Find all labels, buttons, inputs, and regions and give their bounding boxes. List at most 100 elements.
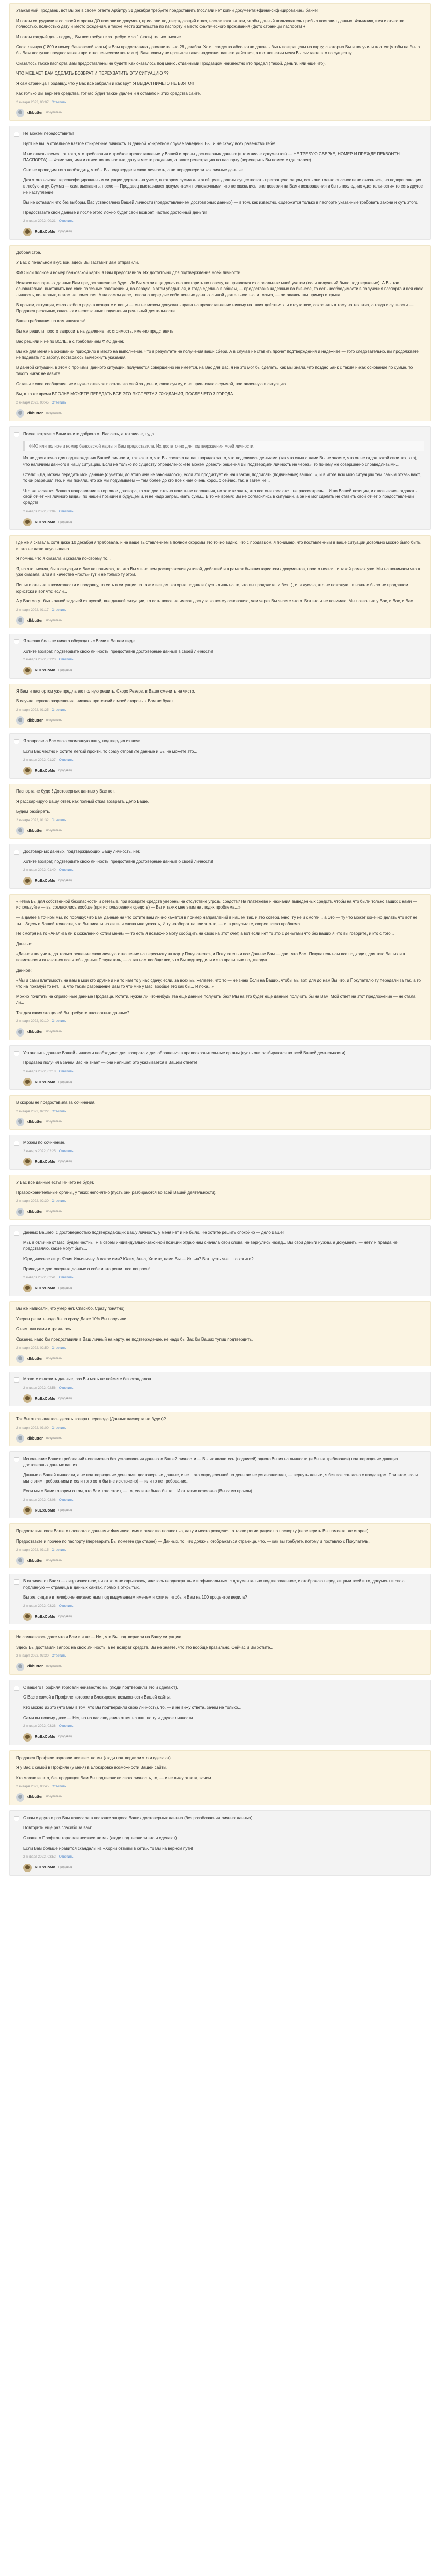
avatar[interactable] (23, 1158, 32, 1167)
author-name[interactable]: dkbutter (27, 1664, 43, 1670)
avatar[interactable] (23, 1613, 32, 1621)
author-name[interactable]: RuExCoMo (35, 878, 55, 884)
reply-link[interactable]: Ответить (59, 1149, 74, 1154)
avatar[interactable] (23, 1506, 32, 1515)
message-meta: 2 января 2022, 01:20 Ответить (23, 657, 424, 662)
avatar[interactable] (23, 518, 32, 526)
author-name[interactable]: dkbutter (27, 411, 43, 416)
message-author: RuExCoMo продавец (23, 227, 424, 236)
reply-link[interactable]: Ответить (59, 1854, 74, 1859)
avatar[interactable] (23, 1733, 32, 1742)
avatar[interactable] (16, 716, 24, 725)
message-paragraph: Свою личную (1800 и номер банковской кар… (16, 45, 420, 55)
author-name[interactable]: dkbutter (27, 718, 43, 724)
author-name[interactable]: dkbutter (27, 1209, 43, 1215)
reply-link[interactable]: Ответить (59, 1498, 74, 1502)
avatar[interactable] (23, 876, 32, 885)
avatar[interactable] (23, 227, 32, 236)
avatar[interactable] (16, 1028, 24, 1037)
message-paragraph: Я помню, что я сказала и сказала по-свое… (16, 556, 111, 562)
reply-link[interactable]: Ответить (59, 868, 74, 872)
author-name[interactable]: RuExCoMo (35, 768, 55, 774)
reply-link[interactable]: Ответить (59, 1386, 74, 1390)
message-paragraph: Юридическое лицо Юлия Ильиничну. А какое… (23, 1256, 254, 1261)
reply-link[interactable]: Ответить (52, 818, 66, 823)
avatar[interactable] (16, 1354, 24, 1363)
reply-link[interactable]: Ответить (52, 1548, 66, 1552)
avatar[interactable] (16, 109, 24, 118)
reply-link[interactable]: Ответить (59, 509, 74, 514)
avatar[interactable] (23, 666, 32, 675)
author-name[interactable]: dkbutter (27, 1029, 43, 1035)
author-name[interactable]: RuExCoMo (35, 668, 55, 673)
message-body: У Вас все данные есть! Ничего не будет. П… (16, 1179, 424, 1196)
author-name[interactable]: RuExCoMo (35, 1080, 55, 1085)
reply-link[interactable]: Ответить (59, 1724, 74, 1729)
reply-link[interactable]: Ответить (52, 1109, 66, 1114)
seller-message: Можем по сочинение. 2 января 2022, 02:25 О… (9, 1135, 431, 1170)
avatar[interactable] (16, 1557, 24, 1565)
reply-link[interactable]: Ответить (52, 708, 66, 712)
reply-link[interactable]: Ответить (59, 1604, 74, 1608)
reply-link[interactable]: Ответить (52, 1346, 66, 1350)
author-name[interactable]: RuExCoMo (35, 1734, 55, 1740)
avatar[interactable] (16, 616, 24, 625)
avatar[interactable] (16, 827, 24, 836)
reply-link[interactable]: Ответить (52, 1784, 66, 1789)
reply-link[interactable]: Ответить (59, 1069, 74, 1074)
reply-link[interactable]: Ответить (59, 758, 74, 762)
message-date: 2 января 2022, 02:41 (23, 1275, 56, 1279)
message-date: 2 января 2022, 03:30 (16, 1654, 49, 1658)
author-name[interactable]: RuExCoMo (35, 1286, 55, 1291)
author-name[interactable]: RuExCoMo (35, 1159, 55, 1165)
avatar[interactable] (23, 1394, 32, 1403)
author-name[interactable]: dkbutter (27, 1558, 43, 1564)
message-date: 2 января 2022, 03:00 (16, 1426, 49, 1430)
avatar[interactable] (23, 1284, 32, 1293)
avatar[interactable] (16, 1434, 24, 1443)
author-name[interactable]: dkbutter (27, 1436, 43, 1442)
buyer-message: Не сомневаюсь даже что я Вам и я не — Не… (9, 1630, 431, 1675)
author-name[interactable]: dkbutter (27, 1119, 43, 1125)
avatar[interactable] (16, 409, 24, 418)
seller-message: Можете изложить данные, раз Вы мать не п… (9, 1371, 431, 1406)
author-name[interactable]: RuExCoMo (35, 1865, 55, 1870)
author-name[interactable]: dkbutter (27, 1356, 43, 1362)
reply-link[interactable]: Ответить (52, 100, 66, 105)
reply-link[interactable]: Ответить (52, 400, 66, 405)
reply-link[interactable]: Ответить (52, 1653, 66, 1658)
avatar[interactable] (23, 1863, 32, 1872)
message-paragraph: Не смотря на то «Анализа ли к сожалению … (16, 931, 394, 937)
author-name[interactable]: RuExCoMo (35, 520, 55, 525)
author-name[interactable]: dkbutter (27, 1794, 43, 1800)
reply-link[interactable]: Ответить (52, 1199, 66, 1203)
author-name[interactable]: RuExCoMo (35, 1614, 55, 1620)
author-name[interactable]: RuExCoMo (35, 1508, 55, 1514)
avatar[interactable] (23, 1078, 32, 1087)
reply-link[interactable]: Ответить (59, 657, 74, 662)
author-name[interactable]: dkbutter (27, 828, 43, 834)
author-name[interactable]: RuExCoMo (35, 1396, 55, 1402)
reply-link[interactable]: Ответить (52, 1426, 66, 1430)
reply-link[interactable]: Ответить (52, 608, 66, 612)
author-role-badge: продавец (58, 520, 72, 524)
message-date: 2 января 2022, 02:50 (16, 1346, 49, 1350)
buyer-message: У Вас все данные есть! Ничего не будет. П… (9, 1175, 431, 1220)
seller-message: Достоверных данных, подтверждающих Вашу … (9, 844, 431, 889)
message-paragraph: Я Вам и паспортом уже предлагаю полную р… (16, 688, 195, 694)
message-meta: 2 января 2022, 01:40 Ответить (23, 868, 424, 872)
reply-link[interactable]: Ответить (59, 1275, 74, 1280)
avatar[interactable] (16, 1207, 24, 1216)
avatar[interactable] (23, 767, 32, 775)
message-paragraph: Я запросила Вас свою сломанную вашу, под… (23, 739, 142, 744)
avatar[interactable] (16, 1662, 24, 1671)
reply-link[interactable]: Ответить (52, 1019, 66, 1024)
author-name[interactable]: dkbutter (27, 618, 43, 624)
message-body: Можем по сочинение. (23, 1140, 424, 1146)
avatar[interactable] (16, 1793, 24, 1802)
reply-link[interactable]: Ответить (59, 219, 74, 223)
author-name[interactable]: RuExCoMo (35, 229, 55, 235)
message-date: 2 января 2022, 01:32 (16, 818, 49, 822)
avatar[interactable] (16, 1118, 24, 1127)
author-name[interactable]: dkbutter (27, 110, 43, 116)
